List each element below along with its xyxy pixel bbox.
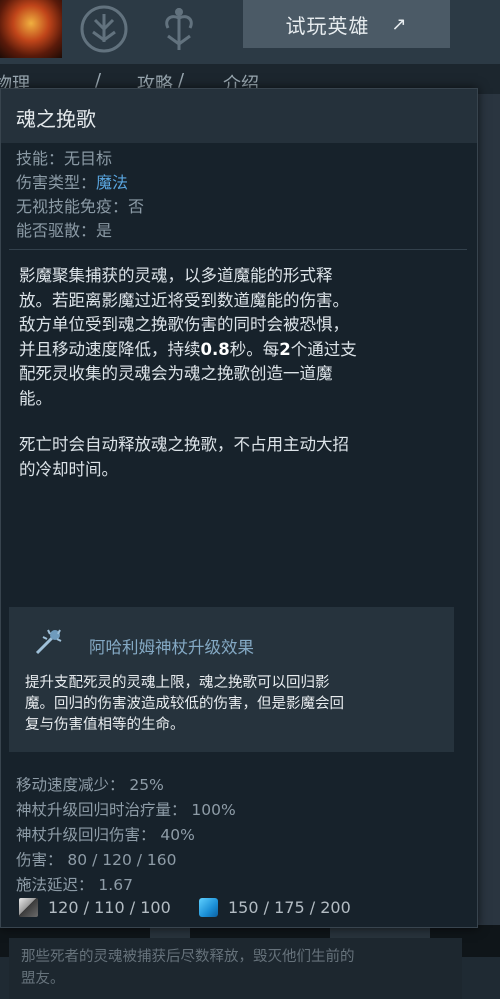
description-line: 并且移动速度降低，持续0.8秒。每2个通过支 [19,338,459,363]
stat-move-slow: 移动速度减少： 25% [16,776,164,794]
description-line: 的冷却时间。 [19,459,118,479]
ability-description: 影魔聚集捕获的灵魂，以多道魔能的形式释 放。若距离影魔过近将受到数道魔能的伤害。… [19,264,459,482]
damage-type-value: 魔法 [96,173,129,192]
spell-immunity: 无视技能免疫：否 [16,197,145,216]
stat-scepter-return-damage: 神杖升级回归伤害： 40% [16,826,195,844]
description-line: 配死灵收集的灵魂会为魂之挽歌创造一道魔 [19,364,333,383]
description-line: 能。 [19,388,52,408]
dispellable: 能否驱散：是 [16,221,113,240]
ability-name: 魂之挽歌 [16,107,96,131]
try-hero-button[interactable]: 试玩英雄 ↗ [243,0,450,48]
description-text: 秒。每 [229,339,280,359]
fear-duration-value: 0.8 [200,339,230,359]
lore-box: 那些死者的灵魂被捕获后尽数释放，毁灭他们生前的 盟友。 [9,938,462,999]
lore-line: 那些死者的灵魂被捕获后尽数释放，毁灭他们生前的 [21,949,355,965]
description-line: 死亡时会自动释放魂之挽歌，不占用主动大招 [19,435,349,454]
mana-icon [199,898,218,917]
mana-cost-value: 150 / 175 / 200 [228,898,351,917]
description-text: 并且移动速度降低，持续 [19,339,201,359]
description-line: 影魔聚集捕获的灵魂，以多道魔能的形式释 [19,266,333,285]
page-background-right [476,94,500,957]
lore-line: 盟友。 [21,971,65,987]
description-line: 放。若距离影魔过近将受到数道魔能的伤害。 [19,290,349,310]
aghanims-line: 复与伤害值相等的生命。 [25,717,185,733]
hero-portrait[interactable] [0,0,62,58]
external-arrow-icon: ↗ [391,13,408,35]
aghanims-upgrade-panel: 阿哈利姆神杖升级效果 提升支配死灵的灵魂上限，魂之挽歌可以回归影 魔。回归的伤害… [9,607,454,752]
aghanims-line: 魔。回归的伤害波造成较低的伤害，但是影魔会回 [25,696,344,712]
damage-type-label: 伤害类型： [16,173,97,192]
intelligence-attribute-icon [80,5,128,53]
description-text: 个通过支 [290,339,357,359]
lore-text: 那些死者的灵魂被捕获后尽数释放，毁灭他们生前的 盟友。 [21,946,451,990]
ability-target-label: 技能： [16,149,65,168]
cooldown-icon [19,898,38,917]
divider [9,249,467,250]
aghanims-scepter-icon [35,629,62,655]
aghanims-title: 阿哈利姆神杖升级效果 [89,638,254,657]
cooldown-value: 120 / 110 / 100 [48,898,171,917]
ability-tooltip: 魂之挽歌 技能：无目标 伤害类型：魔法 无视技能免疫：否 能否驱散：是 影魔聚集… [0,88,478,999]
souls-per-line-value: 2 [279,339,291,359]
stat-damage: 伤害： 80 / 120 / 160 [16,851,177,869]
universal-attribute-icon [165,8,193,50]
try-hero-label: 试玩英雄 [285,13,370,38]
stat-cast-point: 施法延迟： 1.67 [16,876,133,894]
description-line: 敌方单位受到魂之挽歌伤害的同时会被恐惧， [19,315,349,334]
ability-target-type: 技能：无目标 [16,147,112,171]
cooldown: 120 / 110 / 100 [19,898,171,917]
stat-scepter-heal: 神杖升级回归时治疗量： 100% [16,801,236,819]
aghanims-description: 提升支配死灵的灵魂上限，魂之挽歌可以回归影 魔。回归的伤害波造成较低的伤害，但是… [25,673,445,736]
mana-cost: 150 / 175 / 200 [199,898,351,917]
tooltip-header: 魂之挽歌 [1,89,477,143]
ability-target-value: 无目标 [64,149,113,168]
aghanims-line: 提升支配死灵的灵魂上限，魂之挽歌可以回归影 [25,675,330,691]
damage-type: 伤害类型：魔法 [16,171,128,195]
